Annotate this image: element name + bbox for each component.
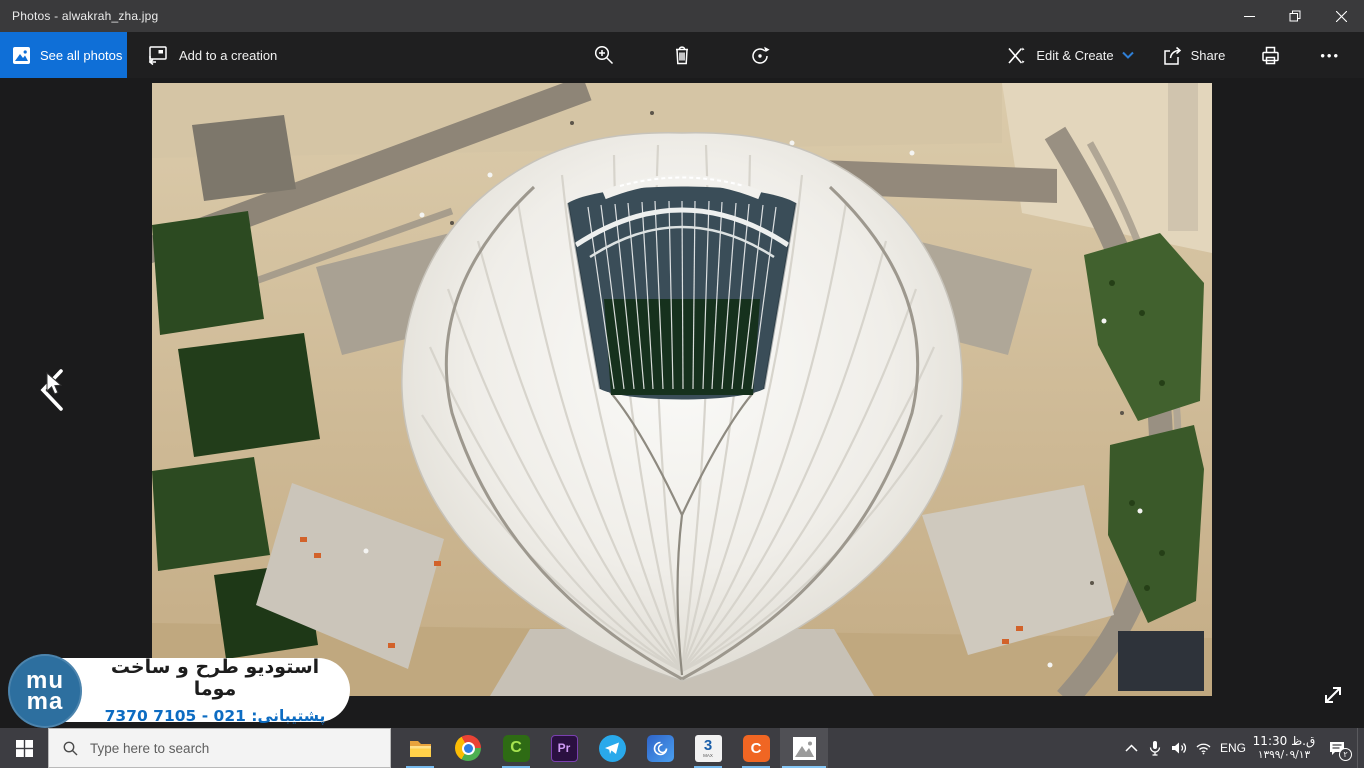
taskbar-app-photos[interactable]	[780, 728, 828, 768]
action-center-button[interactable]: ۲	[1317, 728, 1357, 768]
zoom-button[interactable]	[589, 40, 619, 70]
clock-date: ۱۳۹۹/۰۹/۱۳	[1258, 748, 1310, 762]
close-icon	[1336, 11, 1347, 22]
orange-c-app-icon: C	[743, 735, 770, 762]
see-more-icon: •••	[1314, 48, 1346, 63]
search-icon	[63, 741, 78, 756]
wifi-icon	[1195, 742, 1212, 755]
3ds-max-icon: 3 MAX	[695, 735, 722, 762]
minimize-button[interactable]	[1226, 0, 1272, 32]
see-all-photos-label: See all photos	[40, 48, 122, 63]
volume-tray-button[interactable]	[1167, 728, 1191, 768]
taskbar-app-chrome[interactable]	[444, 728, 492, 768]
premiere-pro-icon: Pr	[551, 735, 578, 762]
share-button[interactable]: Share	[1160, 44, 1226, 67]
photo-alwakrah-stadium	[152, 83, 1212, 696]
chevron-up-icon	[1125, 744, 1138, 752]
start-button[interactable]	[0, 728, 48, 768]
see-more-button[interactable]: •••	[1310, 44, 1350, 67]
edit-create-icon	[1005, 44, 1028, 67]
language-label: ENG	[1220, 741, 1246, 755]
camtasia-icon: C	[503, 735, 530, 762]
window-title: Photos - alwakrah_zha.jpg	[12, 9, 158, 23]
photo-viewer: استودیو طرح و ساخت موما پشتیبانی: 021 - …	[0, 78, 1364, 728]
print-icon	[1259, 44, 1282, 67]
photos-gallery-icon	[12, 46, 31, 65]
taskbar-app-blue-swirl[interactable]	[636, 728, 684, 768]
chrome-icon	[455, 735, 481, 761]
share-icon	[1160, 44, 1183, 67]
restore-icon	[1289, 10, 1301, 22]
print-button[interactable]	[1255, 40, 1286, 71]
taskbar-app-file-explorer[interactable]	[396, 728, 444, 768]
taskbar-app-orange-c[interactable]: C	[732, 728, 780, 768]
blue-swirl-app-icon	[647, 735, 674, 762]
taskbar-app-premiere-pro[interactable]: Pr	[540, 728, 588, 768]
watermark-pill: استودیو طرح و ساخت موما پشتیبانی: 021 - …	[44, 658, 350, 722]
taskbar: Type here to search C	[0, 728, 1364, 768]
restore-button[interactable]	[1272, 0, 1318, 32]
taskbar-search-input[interactable]: Type here to search	[48, 728, 391, 768]
clock[interactable]: 11:30 ق.ظ ۱۳۹۹/۰۹/۱۳	[1251, 734, 1317, 762]
resize-icon	[1321, 683, 1345, 707]
search-placeholder: Type here to search	[90, 741, 209, 756]
microphone-icon	[1148, 740, 1162, 757]
minimize-icon	[1244, 11, 1255, 22]
photos-app-icon	[791, 735, 818, 762]
rotate-button[interactable]	[745, 40, 775, 70]
see-all-photos-button[interactable]: See all photos	[0, 32, 127, 78]
edit-create-label: Edit & Create	[1036, 48, 1113, 63]
photos-app-window: Photos - alwakrah_zha.jpg	[0, 0, 1364, 768]
rotate-icon	[749, 44, 771, 66]
microphone-tray-button[interactable]	[1143, 728, 1167, 768]
windows-logo-icon	[16, 740, 33, 757]
fullscreen-button[interactable]	[1314, 676, 1352, 714]
camtasia-letter: C	[510, 739, 522, 757]
title-bar: Photos - alwakrah_zha.jpg	[0, 0, 1364, 32]
zoom-icon	[593, 44, 615, 66]
delete-icon	[671, 44, 693, 66]
3ds-max-sub: MAX	[703, 753, 713, 758]
taskbar-app-3ds-max[interactable]: 3 MAX	[684, 728, 732, 768]
watermark-support-text: پشتیبانی: 021 - 7105 7370	[100, 707, 330, 725]
show-desktop-button[interactable]	[1357, 728, 1362, 768]
network-tray-button[interactable]	[1191, 728, 1215, 768]
3ds-max-number: 3	[704, 739, 712, 753]
mouse-cursor	[46, 372, 65, 396]
notification-badge: ۲	[1339, 748, 1352, 761]
muma-logo-bottom: ma	[27, 691, 64, 712]
taskbar-apps: C Pr	[396, 728, 828, 768]
telegram-icon	[599, 735, 626, 762]
add-to-creation-button[interactable]: Add to a creation	[127, 32, 297, 78]
clock-time: 11:30 ق.ظ	[1253, 734, 1316, 748]
command-bar: See all photos Add to a creation	[0, 32, 1364, 78]
edit-create-button[interactable]: Edit & Create	[1005, 44, 1133, 67]
delete-button[interactable]	[667, 40, 697, 70]
muma-logo: mu ma	[8, 654, 82, 728]
watermark-studio-text: استودیو طرح و ساخت موما	[100, 656, 330, 700]
language-indicator[interactable]: ENG	[1215, 728, 1251, 768]
taskbar-app-telegram[interactable]	[588, 728, 636, 768]
system-tray: ENG 11:30 ق.ظ ۱۳۹۹/۰۹/۱۳ ۲	[1119, 728, 1364, 768]
premiere-letters: Pr	[558, 741, 571, 755]
window-controls	[1226, 0, 1364, 32]
chevron-down-icon	[1122, 51, 1134, 59]
tray-chevron-button[interactable]	[1119, 728, 1143, 768]
file-explorer-icon	[407, 735, 434, 762]
speaker-icon	[1171, 741, 1188, 755]
orange-c-letter: C	[751, 740, 762, 757]
taskbar-app-camtasia[interactable]: C	[492, 728, 540, 768]
studio-watermark: استودیو طرح و ساخت موما پشتیبانی: 021 - …	[8, 654, 350, 732]
close-button[interactable]	[1318, 0, 1364, 32]
share-label: Share	[1191, 48, 1226, 63]
add-to-creation-label: Add to a creation	[179, 48, 277, 63]
add-to-creation-icon	[145, 44, 169, 67]
